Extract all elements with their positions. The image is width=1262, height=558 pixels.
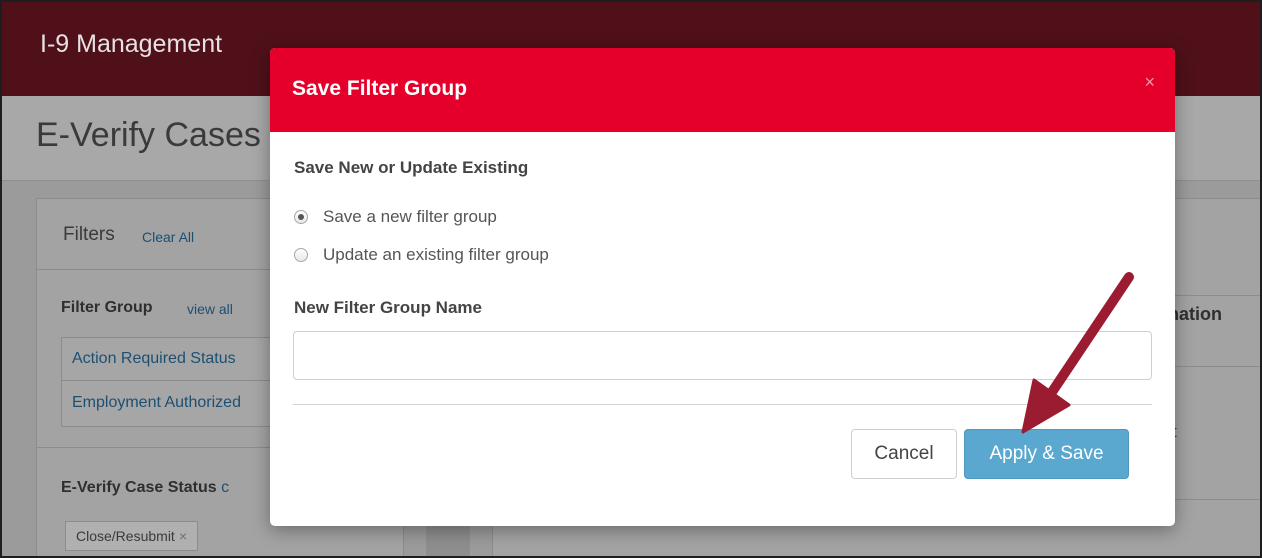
app-title: I-9 Management [40,30,223,58]
update-existing-option-label[interactable]: Update an existing filter group [323,245,549,265]
case-status-label-text: E-Verify Case Status [61,479,217,496]
apply-save-button[interactable]: Apply & Save [964,429,1129,479]
status-tag-label: Close/Resubmit [76,528,175,544]
radio-button-checked[interactable] [294,210,308,224]
modal-header: Save Filter Group × [270,48,1175,132]
modal-title: Save Filter Group [292,77,468,100]
close-icon[interactable]: × [1144,72,1155,93]
status-tag: Close/Resubmit × [65,521,199,551]
filter-group-label: Filter Group [61,299,153,316]
view-all-link[interactable]: view all [187,301,233,317]
results-column-header: nation [1168,304,1222,324]
filter-group-name-input[interactable] [293,331,1152,380]
filter-group-name-label: New Filter Group Name [294,298,482,317]
cancel-button[interactable]: Cancel [851,429,957,479]
page-title: E-Verify Cases [36,116,261,154]
save-new-option-label[interactable]: Save a new filter group [323,207,497,227]
remove-tag-icon[interactable]: × [179,528,187,544]
save-filter-group-modal: Save Filter Group × Save New or Update E… [270,48,1175,526]
modal-divider [293,404,1152,405]
filters-title: Filters [63,224,115,245]
clear-all-link[interactable]: Clear All [142,229,194,245]
modal-subheading: Save New or Update Existing [294,158,529,177]
radio-button[interactable] [294,248,308,262]
case-status-label: E-Verify Case Status c [61,479,229,497]
screenshot-frame: I-9 Management E-Verify Cases Filters Cl… [0,0,1262,558]
case-status-link-fragment[interactable]: c [221,479,229,496]
